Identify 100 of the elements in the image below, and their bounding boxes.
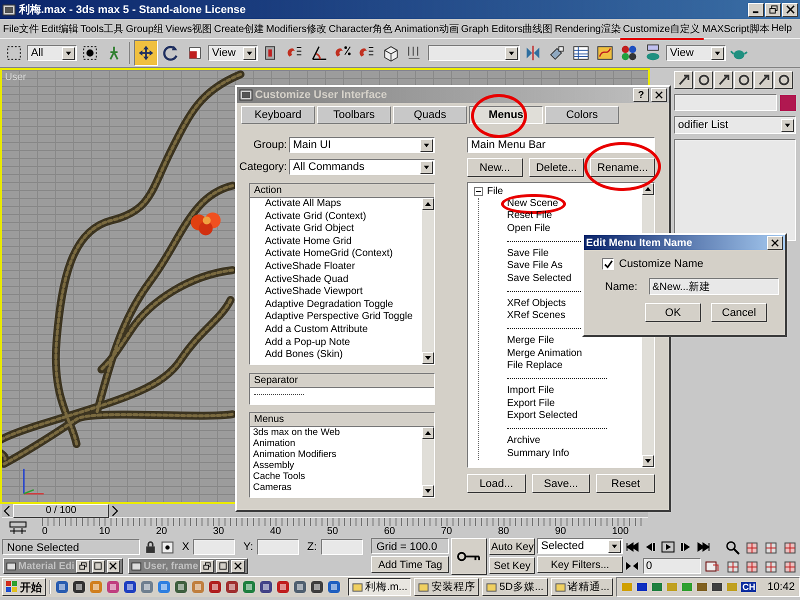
previous-frame-icon[interactable]: [2, 504, 12, 516]
action-item[interactable]: ActiveShade Quad: [250, 274, 422, 286]
menu-item[interactable]: Create创建: [214, 22, 264, 36]
app-icon[interactable]: [174, 580, 188, 594]
group-dropdown[interactable]: Main UI: [289, 137, 435, 153]
menu-item[interactable]: MAXScript脚本: [702, 22, 770, 36]
menu-button[interactable]: Delete...: [528, 158, 584, 177]
menu-item[interactable]: Modifiers修改: [266, 22, 327, 36]
scroll-down-icon[interactable]: [422, 352, 434, 364]
separator-line[interactable]: [507, 428, 607, 430]
scroll-down-icon[interactable]: [422, 485, 434, 497]
action-item[interactable]: Adaptive Perspective Grid Toggle: [250, 311, 422, 324]
menu-list-item[interactable]: Animation: [250, 438, 422, 449]
tray-icon[interactable]: [651, 581, 664, 593]
tree-item[interactable]: Summary Info: [507, 448, 570, 460]
go-to-start-icon[interactable]: [624, 540, 639, 552]
tree-item[interactable]: File Replace: [507, 360, 563, 372]
menu-item[interactable]: Graph Editors曲线图: [460, 22, 553, 36]
app-icon[interactable]: [276, 580, 290, 594]
action-item[interactable]: ActiveShade Floater: [250, 260, 422, 274]
app-icon[interactable]: [72, 580, 86, 594]
taskbar-button[interactable]: 安装程序: [414, 578, 480, 596]
tab[interactable]: Toolbars: [317, 106, 391, 124]
add-time-tag-button[interactable]: Add Time Tag: [371, 556, 450, 573]
named-selection-dropdown[interactable]: [428, 45, 520, 61]
minimize-button[interactable]: [748, 2, 764, 16]
taskbar-button[interactable]: 利梅.m...: [348, 578, 412, 596]
menu-item[interactable]: Rendering渲染: [554, 22, 621, 36]
tree-item[interactable]: File: [487, 186, 504, 197]
restore-button[interactable]: [765, 2, 781, 16]
close-button[interactable]: [767, 236, 783, 250]
menu-item[interactable]: Views视图: [166, 22, 212, 36]
menu-list-item[interactable]: 3ds max on the Web: [250, 427, 422, 438]
collapse-icon[interactable]: [474, 186, 483, 196]
file-button[interactable]: Load...: [467, 474, 526, 493]
set-key-mode-button[interactable]: Set Key: [489, 557, 536, 574]
action-item[interactable]: Activate Grid (Context): [250, 210, 422, 224]
app-icon[interactable]: [55, 580, 69, 594]
move-tool-button[interactable]: [134, 40, 158, 66]
file-button[interactable]: Reset: [596, 474, 656, 493]
app-icon[interactable]: [259, 580, 273, 594]
tree-item[interactable]: Archive: [507, 435, 540, 448]
action-item[interactable]: Activate Grid Object: [250, 223, 422, 236]
tab[interactable]: Colors: [545, 106, 619, 124]
tree-item[interactable]: New Scene: [507, 198, 558, 210]
start-button[interactable]: 开始: [2, 578, 46, 596]
menu-list-item[interactable]: Cache Tools: [250, 471, 422, 482]
tree-item[interactable]: Merge Animation: [507, 348, 582, 360]
action-list[interactable]: [249, 183, 435, 365]
object-name-field[interactable]: [674, 94, 777, 111]
taskbar-button[interactable]: 诸精通...: [550, 578, 614, 596]
tree-item[interactable]: Export Selected: [507, 410, 578, 422]
tree-item[interactable]: Reset File: [507, 210, 552, 222]
action-item[interactable]: Activate HomeGrid (Context): [250, 248, 422, 261]
help-button[interactable]: ?: [633, 88, 649, 102]
selection-filter-dropdown[interactable]: All: [27, 45, 77, 61]
object-color-swatch[interactable]: [780, 94, 796, 110]
key-mode-icon[interactable]: [624, 560, 639, 572]
dialog-button[interactable]: OK: [645, 303, 701, 322]
name-field[interactable]: &New...新建: [649, 278, 780, 295]
modifier-list-dropdown[interactable]: odifier List: [674, 116, 796, 134]
action-item[interactable]: ActiveShade Viewport: [250, 286, 422, 299]
app-icon[interactable]: [123, 580, 137, 594]
separator-line[interactable]: [507, 378, 607, 380]
checkbox[interactable]: [602, 258, 614, 270]
play-icon[interactable]: [660, 540, 675, 552]
tray-icon[interactable]: [711, 581, 724, 593]
menu-set-dropdown[interactable]: Main Menu Bar: [467, 137, 655, 153]
zoom-icon[interactable]: [724, 540, 741, 556]
render-type-dropdown[interactable]: View: [666, 45, 726, 61]
menu-item[interactable]: Animation动画: [394, 22, 459, 36]
menu-item[interactable]: Customize自定义: [622, 22, 700, 36]
close-button[interactable]: [782, 2, 798, 16]
menus-list[interactable]: Menus 3ds max on the Web Animation Animation Modifiers Assembly Cache Tools Cameras: [249, 412, 435, 498]
taskbar-button[interactable]: 5D多媒...: [482, 578, 548, 596]
tray-icon[interactable]: [636, 581, 648, 593]
action-item[interactable]: Add Bones (Skin): [250, 349, 422, 362]
tree-item[interactable]: XRef Objects: [507, 298, 566, 310]
tree-item[interactable]: Open File: [507, 222, 550, 235]
tree-item[interactable]: Save File As: [507, 260, 563, 272]
column-header[interactable]: Separator: [250, 374, 434, 388]
action-item[interactable]: Activate All Maps: [250, 198, 422, 211]
absolute-mode-icon[interactable]: [161, 540, 174, 554]
menu-button[interactable]: New...: [467, 158, 523, 177]
y-coordinate-field[interactable]: [257, 539, 300, 555]
menu-item[interactable]: File文件: [3, 22, 40, 36]
language-indicator[interactable]: CH: [741, 582, 756, 592]
key-set-dropdown[interactable]: Selected: [537, 538, 623, 554]
app-icon[interactable]: [208, 580, 222, 594]
track-bar-icon[interactable]: [8, 521, 28, 535]
close-icon[interactable]: [231, 560, 246, 572]
scroll-up-icon[interactable]: [422, 198, 434, 210]
menu-item[interactable]: Edit编辑: [41, 22, 78, 36]
close-icon[interactable]: [106, 560, 120, 572]
app-icon[interactable]: [225, 580, 239, 594]
tree-item[interactable]: Save File: [507, 248, 549, 260]
set-key-button[interactable]: [451, 538, 488, 575]
tray-icon[interactable]: [696, 581, 708, 593]
action-item[interactable]: Adaptive Degradation Toggle: [250, 298, 422, 312]
tree-item[interactable]: Merge File: [507, 335, 554, 348]
